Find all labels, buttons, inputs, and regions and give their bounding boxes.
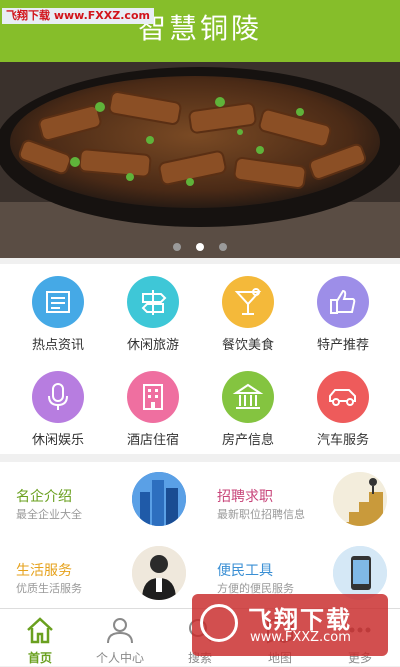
carousel-dot[interactable]: [219, 243, 228, 251]
card-title: 便民工具: [217, 563, 273, 579]
career-stairs-icon: [333, 472, 387, 526]
category-entertainment[interactable]: 休闲娱乐: [8, 359, 108, 454]
thumbs-up-icon: [317, 276, 369, 328]
category-food-drink[interactable]: 餐饮美食: [198, 264, 298, 359]
banner-food-image: [0, 62, 400, 258]
category-label: 汽车服务: [316, 433, 369, 448]
category-label: 房产信息: [221, 433, 274, 448]
header-bar: 智慧铜陵 飞翔下载 www.FXXZ.com: [0, 0, 400, 62]
category-specialty[interactable]: 特产推荐: [293, 264, 393, 359]
category-label: 酒店住宿: [126, 433, 179, 448]
car-icon: [317, 371, 369, 423]
tab-label: 个人中心: [95, 651, 144, 665]
card-subtitle: 最新职位招聘信息: [217, 508, 305, 521]
building-icon: [222, 371, 274, 423]
category-grid: 热点资讯 休闲旅游 餐饮美食 特产推荐 休闲娱乐 酒店住宿 房产信息 汽车服务: [0, 264, 400, 454]
carousel-dot-active[interactable]: [196, 243, 204, 251]
card-title: 名企介绍: [16, 489, 72, 505]
category-label: 餐饮美食: [221, 338, 274, 353]
card-life-services[interactable]: 生活服务 优质生活服务: [0, 536, 199, 608]
hotel-icon: [127, 371, 179, 423]
carousel-dot[interactable]: [172, 243, 181, 251]
home-icon: [27, 617, 53, 644]
card-subtitle: 最全企业大全: [16, 508, 82, 521]
tab-label: 首页: [27, 651, 52, 665]
cocktail-icon: [222, 276, 274, 328]
category-label: 休闲旅游: [126, 338, 179, 353]
category-real-estate[interactable]: 房产信息: [198, 359, 298, 454]
newspaper-icon: [32, 276, 84, 328]
category-car-service[interactable]: 汽车服务: [293, 359, 393, 454]
category-leisure-travel[interactable]: 休闲旅游: [103, 264, 203, 359]
watermark-overlay: 飞翔下载 www.FXXZ.com: [192, 594, 388, 656]
category-label: 特产推荐: [316, 338, 369, 353]
watermark-label: 飞翔下载 www.FXXZ.com: [2, 8, 154, 24]
microphone-icon: [32, 371, 84, 423]
signpost-icon: [127, 276, 179, 328]
category-label: 休闲娱乐: [31, 433, 84, 448]
user-icon: [107, 618, 133, 644]
phone-hand-icon: [333, 546, 387, 600]
card-jobs[interactable]: 招聘求职 最新职位招聘信息: [201, 462, 400, 534]
card-companies[interactable]: 名企介绍 最全企业大全: [0, 462, 199, 534]
watermark-url: www.FXXZ.com: [250, 630, 351, 645]
card-title: 招聘求职: [217, 489, 273, 505]
card-title: 生活服务: [16, 563, 72, 579]
category-hot-news[interactable]: 热点资讯: [8, 264, 108, 359]
watermark-logo-icon: [200, 604, 238, 642]
service-person-icon: [132, 546, 186, 600]
category-hotel[interactable]: 酒店住宿: [103, 359, 203, 454]
skyscraper-icon: [132, 472, 186, 526]
card-subtitle: 优质生活服务: [16, 582, 82, 595]
tab-home[interactable]: 首页: [0, 609, 80, 667]
category-label: 热点资讯: [31, 338, 84, 353]
tab-profile[interactable]: 个人中心: [80, 609, 160, 667]
carousel-dots[interactable]: [0, 236, 400, 255]
feature-cards: 名企介绍 最全企业大全 招聘求职 最新职位招聘信息 生活服务 优质生活服务 便民…: [0, 462, 400, 608]
banner-carousel[interactable]: [0, 62, 400, 258]
